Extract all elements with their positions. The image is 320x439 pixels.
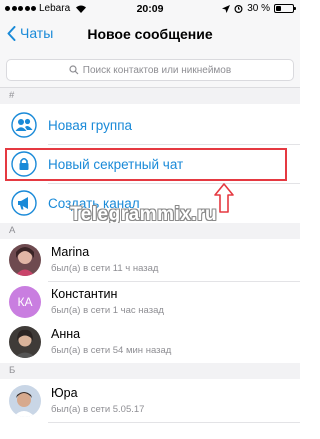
search-icon: [69, 65, 79, 75]
contact-name: Marina: [51, 245, 90, 259]
location-icon: [222, 4, 231, 13]
contact-row[interactable]: Анна был(а) в сети 54 мин назад: [0, 322, 300, 362]
alarm-icon: [234, 5, 243, 13]
status-right: 30 %: [222, 3, 296, 14]
megaphone-icon: [10, 189, 38, 217]
contact-status: был(а) в сети 1 час назад: [51, 305, 164, 316]
status-bar: Lebara 20:09 30 %: [0, 0, 300, 18]
contact-status: был(а) в сети 54 мин назад: [51, 345, 172, 356]
contact-row[interactable]: КА Константин был(а) в сети 1 час назад: [0, 282, 300, 322]
highlight-box: [5, 148, 287, 181]
contact-name: Константин: [51, 287, 118, 301]
avatar: КА: [9, 286, 41, 318]
page-title: Новое сообщение: [87, 26, 213, 42]
avatar: [9, 326, 41, 358]
divider: [48, 422, 300, 423]
battery-icon: [274, 4, 296, 13]
contact-row[interactable]: Marina был(а) в сети 11 ч назад: [0, 240, 300, 280]
battery-fill: [276, 6, 281, 11]
contact-status: был(а) в сети 5.05.17: [51, 404, 145, 415]
search-input[interactable]: Поиск контактов или никнеймов: [6, 59, 294, 81]
avatar: [9, 385, 41, 417]
section-header-a: А: [0, 223, 300, 239]
group-icon: [10, 111, 38, 139]
contact-row[interactable]: Юра был(а) в сети 5.05.17: [0, 381, 300, 421]
new-group-label: Новая группа: [48, 117, 133, 133]
contact-name: Анна: [51, 327, 81, 341]
contact-status: был(а) в сети 11 ч назад: [51, 263, 159, 274]
contact-name: Юра: [51, 386, 78, 400]
search-bar: Поиск контактов или никнеймов: [0, 50, 300, 88]
new-group-button[interactable]: Новая группа: [0, 106, 300, 144]
section-header-hash: #: [0, 88, 300, 104]
navigation-bar: Чаты Новое сообщение: [0, 18, 300, 50]
battery-percent: 30 %: [247, 3, 270, 14]
section-header-b: Б: [0, 363, 300, 379]
search-placeholder: Поиск контактов или никнеймов: [82, 64, 232, 76]
avatar: [9, 244, 41, 276]
